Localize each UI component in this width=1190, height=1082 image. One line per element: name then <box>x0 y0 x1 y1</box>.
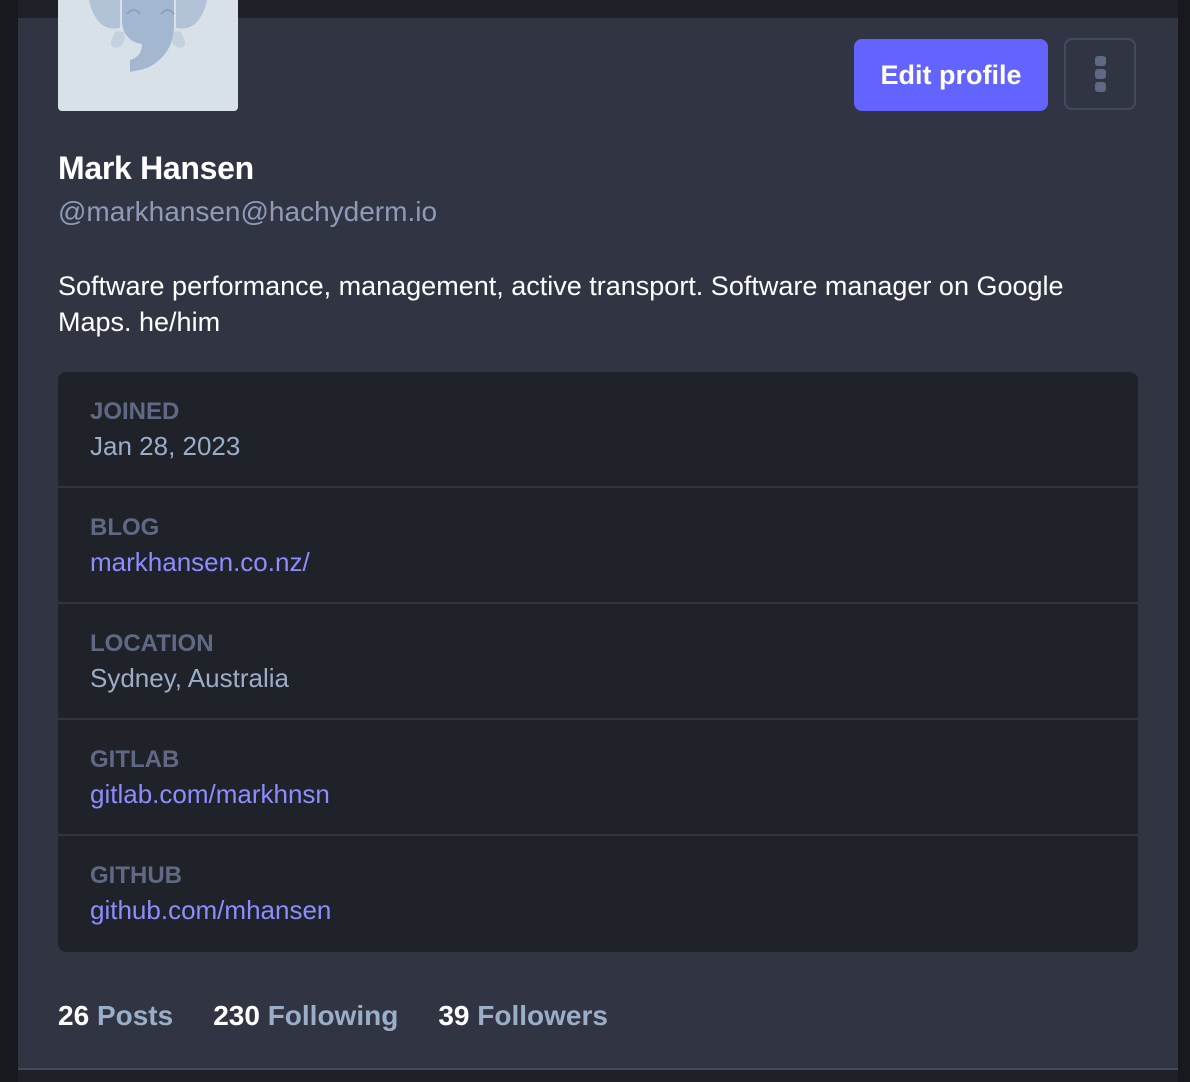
posts-count-link[interactable]: 26 Posts <box>58 1000 173 1032</box>
field-github: GITHUB github.com/mhansen <box>58 836 1138 952</box>
account-handle: @markhansen@hachyderm.io <box>58 196 438 227</box>
footer-strip <box>18 1070 1178 1082</box>
mastodon-elephant-avatar-icon <box>88 0 208 72</box>
blog-link[interactable]: markhansen.co.nz/ <box>90 547 310 577</box>
avatar[interactable] <box>58 0 238 111</box>
account-counts: 26 Posts 230 Following 39 Followers <box>58 1000 608 1032</box>
field-label: LOCATION <box>90 630 214 657</box>
field-label: BLOG <box>90 514 160 541</box>
followers-label: Followers <box>477 1000 608 1031</box>
github-link[interactable]: github.com/mhansen <box>90 895 331 925</box>
followers-count: 39 <box>438 1000 470 1031</box>
posts-count: 26 <box>58 1000 90 1031</box>
field-value: Sydney, Australia <box>90 663 289 693</box>
profile-bio: Software performance, management, active… <box>58 271 1064 337</box>
following-count-link[interactable]: 230 Following <box>213 1000 398 1032</box>
posts-label: Posts <box>96 1000 174 1031</box>
followers-count-link[interactable]: 39 Followers <box>438 1000 608 1032</box>
field-label: GITLAB <box>90 746 180 773</box>
following-label: Following <box>267 1000 399 1031</box>
field-location: LOCATION Sydney, Australia <box>58 604 1138 720</box>
field-blog: BLOG markhansen.co.nz/ <box>58 488 1138 604</box>
profile-fields: JOINED Jan 28, 2023 BLOG markhansen.co.n… <box>58 372 1138 952</box>
field-value: Jan 28, 2023 <box>90 431 241 461</box>
ellipsis-dot <box>1094 82 1106 92</box>
field-label: GITHUB <box>90 862 182 889</box>
vertical-ellipsis-icon <box>1094 56 1106 66</box>
gitlab-link[interactable]: gitlab.com/markhnsn <box>90 779 330 809</box>
display-name: Mark Hansen <box>58 150 254 186</box>
edit-profile-button[interactable]: Edit profile <box>854 39 1048 111</box>
field-gitlab: GITLAB gitlab.com/markhnsn <box>58 720 1138 836</box>
field-joined: JOINED Jan 28, 2023 <box>58 372 1138 488</box>
more-options-button[interactable] <box>1064 38 1136 110</box>
following-count: 230 <box>213 1000 260 1031</box>
ellipsis-dot <box>1094 69 1106 79</box>
field-label: JOINED <box>90 398 180 425</box>
